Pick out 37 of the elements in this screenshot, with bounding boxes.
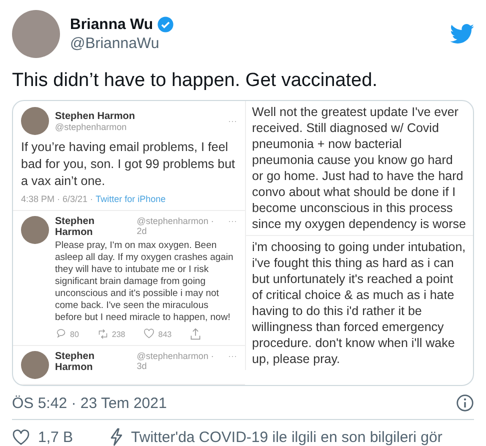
stat-count: 843 (158, 330, 172, 338)
retweet-icon (96, 328, 109, 340)
user-name: Stephen Harmon (55, 110, 136, 122)
post-text: Well not the greatest update I've ever received. Still diagnosed w/ Covid pneumonia + now bacterial pneumonia cause you know go hard or go home. Just had to have the hard convo about what should be done if I become unconscious in this process since my oxygen dependency is worse (245, 101, 473, 235)
comment-icon (55, 328, 67, 340)
info-icon[interactable] (456, 394, 474, 412)
screenshot-collage[interactable] (12, 100, 474, 386)
user-handle: @stephenharmon · 3d (136, 351, 215, 371)
embedded-tweet-text: If you’re having email problems, I feel bad for you, son. I got 99 problems but a vax ain’t one. (21, 139, 236, 190)
user-handle: @stephenharmon · 2d (136, 216, 215, 236)
tweet-text: This didn’t have to happen. Get vaccinated. (12, 70, 378, 92)
user-name: Stephen Harmon (55, 351, 96, 373)
user-name: Stephen Harmon (55, 216, 96, 238)
reply-text: Please pray, I'm on max oxygen. Been asleep all day. If my oxygen crashes again they will have to intubate me or I risk significant brain damage from going unconscious and it's possible i may not come back. I've seen the miraculous before but I need miracle to happen, now! (55, 240, 234, 324)
avatar (21, 351, 49, 379)
tweet-date: 4:38 PM · 6/3/21 · (21, 194, 94, 204)
user-handle: @stephenharmon (55, 122, 128, 132)
heart-icon (143, 328, 156, 340)
post-text: i'm choosing to going under intubation, i've fought this thing as hard as i can but unfortunately it's reached a point of critical choice & as much as i hate having to do this i'd rather it be willingness than forced emergency procedure. don't know when i'll wake up, please pray. (245, 235, 473, 370)
lightning-icon[interactable] (109, 428, 124, 446)
more-menu: ··· (228, 116, 237, 126)
covid-info-link[interactable]: Twitter'da COVID-19 ile ilgili en son bilgileri gör (131, 428, 442, 446)
avatar (21, 216, 49, 244)
tweet-source: Twitter for iPhone (96, 194, 166, 204)
stat-count: 80 (70, 330, 79, 338)
share-icon (190, 328, 201, 340)
timestamp[interactable]: ÖS 5:42 · 23 Tem 2021 (12, 394, 167, 412)
avatar (21, 107, 49, 135)
stat-count: 238 (112, 330, 126, 338)
more-menu: ··· (228, 351, 237, 361)
like-count: 1,7 B (38, 428, 74, 446)
author-name[interactable]: Brianna Wu (70, 16, 154, 33)
avatar[interactable] (12, 10, 60, 58)
more-menu: ··· (228, 216, 237, 226)
heart-icon[interactable] (12, 429, 30, 445)
bird-logo-icon[interactable] (450, 24, 474, 44)
author-handle[interactable]: @BriannaWu (70, 35, 440, 52)
